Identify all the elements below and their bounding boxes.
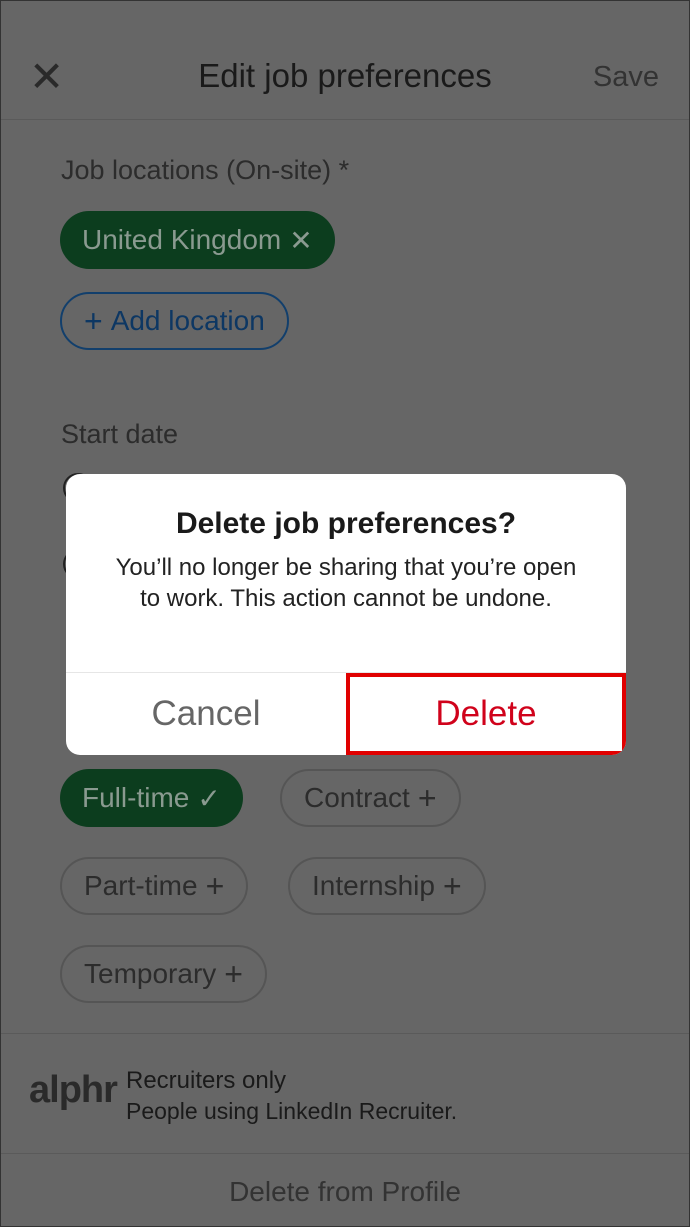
delete-button[interactable]: Delete xyxy=(346,673,626,755)
chip-label: Contract xyxy=(304,782,410,813)
plus-icon: + xyxy=(417,779,437,816)
chip-label: Part-time xyxy=(84,870,198,901)
plus-icon: + xyxy=(205,867,225,904)
job-locations-label: Job locations (On-site) * xyxy=(61,155,350,185)
delete-from-profile-button[interactable]: Delete from Profile xyxy=(1,1176,689,1208)
chip-label: Temporary xyxy=(84,958,217,989)
add-location-label: Add location xyxy=(110,305,265,336)
save-button[interactable]: Save xyxy=(593,61,659,94)
chip-label: Internship xyxy=(312,870,435,901)
plus-icon: + xyxy=(84,302,103,339)
job-type-chip-contract[interactable]: Contract + xyxy=(280,769,461,827)
job-type-chip-temporary[interactable]: Temporary + xyxy=(60,945,267,1003)
page-title: Edit job preferences xyxy=(198,57,492,94)
job-type-chip-full-time[interactable]: Full-time ✓ xyxy=(60,769,243,827)
delete-confirmation-dialog: Delete job preferences? You’ll no longer… xyxy=(66,474,626,755)
plus-icon: + xyxy=(442,867,462,904)
cancel-button[interactable]: Cancel xyxy=(66,673,346,755)
visibility-subtitle: People using LinkedIn Recruiter. xyxy=(126,1098,458,1124)
check-icon: ✓ xyxy=(197,782,221,814)
remove-icon[interactable]: ✕ xyxy=(289,224,312,257)
add-location-button[interactable]: + Add location xyxy=(60,292,289,350)
footer-divider xyxy=(1,1153,689,1154)
plus-icon: + xyxy=(224,955,243,992)
chip-label: United Kingdom xyxy=(82,224,282,255)
job-type-chip-part-time[interactable]: Part-time + xyxy=(60,857,249,915)
job-type-chip-internship[interactable]: Internship + xyxy=(288,857,486,915)
location-chip-united-kingdom[interactable]: United Kingdom ✕ xyxy=(60,211,335,269)
dialog-message: You’ll no longer be sharing that you’re … xyxy=(115,554,577,612)
section-divider xyxy=(1,1033,689,1034)
header-divider xyxy=(1,119,689,120)
alphr-logo: alphr xyxy=(29,1069,118,1111)
visibility-title: Recruiters only xyxy=(126,1067,287,1094)
chip-label: Full-time xyxy=(82,782,190,813)
start-date-label: Start date xyxy=(61,419,179,449)
dialog-title: Delete job preferences? xyxy=(175,507,517,540)
